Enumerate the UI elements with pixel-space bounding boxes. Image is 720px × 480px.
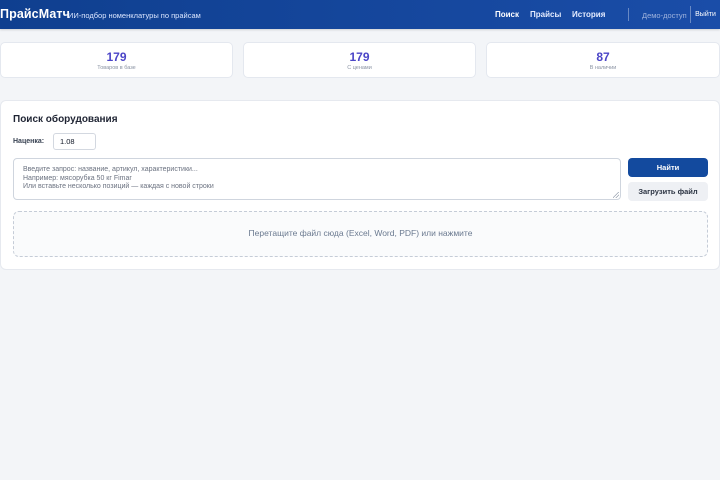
stat-value: 179: [106, 50, 127, 64]
nav-prices[interactable]: Прайсы: [530, 10, 561, 19]
demo-access-label: Демо-доступ: [642, 11, 687, 20]
search-panel: Поиск оборудования Наценка: Введите запр…: [0, 100, 720, 270]
nav-divider: [628, 8, 629, 21]
placeholder-line: Введите запрос: название, артикул, харак…: [23, 166, 198, 173]
markup-input[interactable]: [53, 133, 96, 150]
stat-card-in-stock: 87 В наличии: [486, 42, 720, 78]
find-button[interactable]: Найти: [628, 158, 708, 177]
app-logo[interactable]: ПрайсМатч: [0, 7, 70, 21]
query-textarea[interactable]: Введите запрос: название, артикул, харак…: [13, 158, 621, 200]
stat-label: Товаров в базе: [97, 65, 136, 71]
stat-card-priced: 179 С ценами: [243, 42, 476, 78]
stat-label: В наличии: [589, 65, 617, 71]
top-navbar: ПрайсМатч ИИ-подбор номенклатуры по прай…: [0, 0, 720, 29]
stat-card-total: 179 Товаров в базе: [0, 42, 233, 78]
placeholder-line: Или вставьте несколько позиций — каждая …: [23, 183, 214, 190]
file-dropzone[interactable]: Перетащите файл сюда (Excel, Word, PDF) …: [13, 211, 708, 257]
upload-file-button[interactable]: Загрузить файл: [628, 182, 708, 201]
stat-label: С ценами: [347, 65, 372, 71]
nav-history[interactable]: История: [572, 10, 605, 19]
placeholder-line: Например: мясорубка 50 кг Fimar: [23, 174, 132, 182]
nav-search[interactable]: Поиск: [495, 10, 519, 19]
panel-title: Поиск оборудования: [13, 114, 118, 125]
app-tagline: ИИ-подбор номенклатуры по прайсам: [68, 11, 201, 20]
stat-value: 179: [349, 50, 370, 64]
stat-value: 87: [596, 50, 610, 64]
resize-grip-icon[interactable]: [613, 192, 619, 198]
logout-button[interactable]: Выйти: [690, 6, 720, 23]
markup-label: Наценка:: [13, 138, 45, 145]
